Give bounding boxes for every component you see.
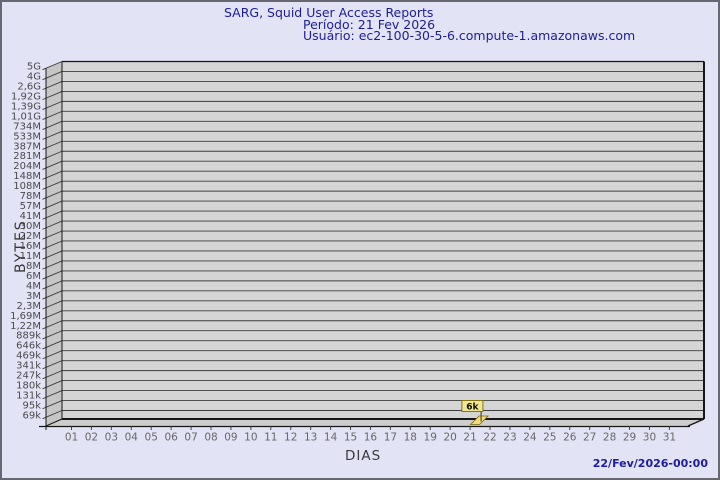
x-tick-label: 04: [125, 432, 139, 444]
report-timestamp: 22/Fev/2026-00:00: [592, 457, 708, 470]
sarg-report-page: SARG, Squid User Access Reports Período:…: [0, 0, 720, 480]
x-tick-label: 19: [424, 432, 437, 444]
x-tick-label: 03: [105, 432, 118, 444]
x-tick-label: 02: [85, 432, 98, 444]
x-tick-label: 14: [324, 432, 338, 444]
y-tick-label: 69k: [22, 411, 41, 422]
x-tick-label: 23: [503, 432, 516, 444]
x-tick-label: 11: [264, 432, 277, 444]
x-tick-label: 24: [523, 432, 537, 444]
x-tick-label: 20: [443, 432, 456, 444]
x-tick-label: 13: [304, 432, 317, 444]
chart-face: [62, 61, 704, 419]
x-tick-label: 16: [364, 432, 378, 444]
x-tick-label: 06: [164, 432, 178, 444]
x-tick-label: 08: [204, 432, 217, 444]
x-tick-label: 26: [563, 432, 577, 444]
chart-floor: [46, 419, 704, 426]
x-tick-label: 12: [284, 432, 297, 444]
x-tick-label: 18: [404, 432, 417, 444]
x-tick-label: 17: [384, 432, 397, 444]
x-tick-label: 29: [623, 432, 636, 444]
x-tick-label: 31: [663, 432, 676, 444]
x-tick-label: 09: [224, 432, 237, 444]
x-axis-title: DIAS: [345, 448, 382, 464]
bytes-per-day-chart: 5G4G2,6G1,92G1,39G1,01G734M533M387M281M2…: [10, 60, 705, 444]
x-tick-label: 15: [344, 432, 357, 444]
x-tick-label: 05: [145, 432, 158, 444]
x-tick-label: 27: [583, 432, 596, 444]
x-tick-label: 01: [65, 432, 78, 444]
bar-value-label: 6k: [466, 402, 479, 412]
x-tick-label: 28: [603, 432, 616, 444]
x-tick-label: 07: [184, 432, 197, 444]
x-tick-label: 22: [483, 432, 496, 444]
x-tick-label: 25: [543, 432, 556, 444]
x-tick-label: 10: [244, 432, 257, 444]
x-tick-label: 21: [463, 432, 476, 444]
x-tick-label: 30: [643, 432, 656, 444]
